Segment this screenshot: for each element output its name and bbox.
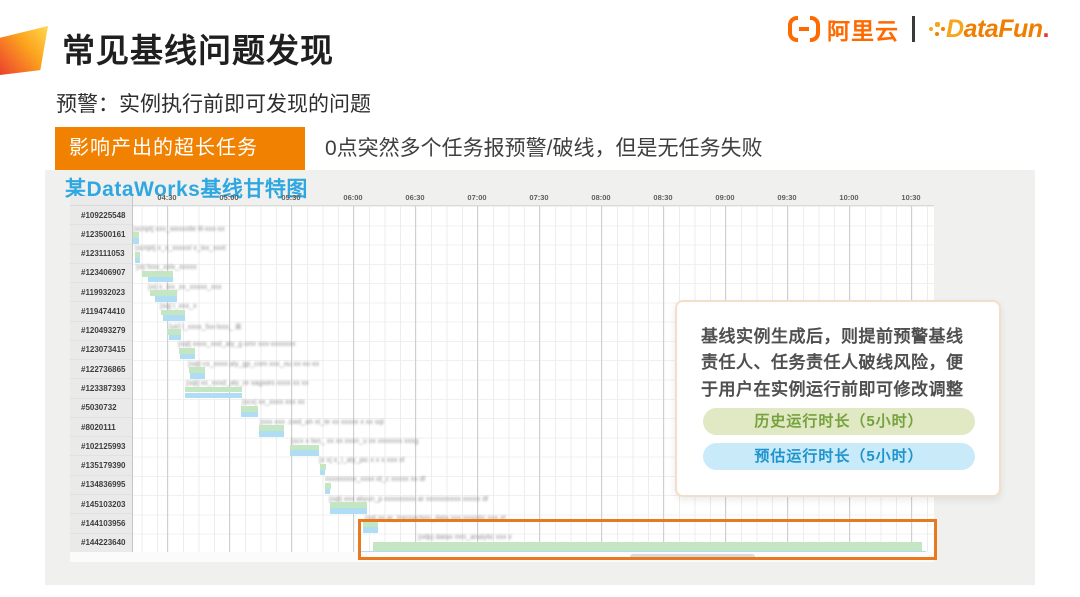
task-id: #134836995 xyxy=(70,476,132,495)
highlight-rect xyxy=(358,519,937,560)
time-tick: 06:30 xyxy=(405,193,424,202)
time-tick: 10:30 xyxy=(901,193,920,202)
estimated-runtime-bar xyxy=(169,335,181,341)
task-id: #144103956 xyxy=(70,514,132,533)
estimated-duration-pill[interactable]: 预估运行时长（5小时） xyxy=(703,443,975,470)
task-id: #102125993 xyxy=(70,437,132,456)
topic-banner: 影响产出的超长任务 xyxy=(55,127,305,170)
task-id: #123073415 xyxy=(70,341,132,360)
task-id-column: #109225548#123500161#123111053#123406907… xyxy=(70,196,133,552)
task-label: xxxxxxxxx_xxxx id_c xxxxx xx df xyxy=(325,476,425,483)
time-tick: 06:00 xyxy=(343,193,362,202)
callout-text: 基线实例生成后，则提前预警基线责任人、任务责任人破线风险，便于用户在实例运行前即… xyxy=(701,324,965,403)
datafun-dots-icon xyxy=(928,18,945,40)
task-label: [script] xxv_wxxxxlle lll-xxx-xx xyxy=(133,226,225,233)
estimated-runtime-bar xyxy=(320,470,325,476)
alicloud-logo-text: 阿里云 xyxy=(827,12,899,46)
estimated-runtime-bar xyxy=(185,393,242,399)
time-tick: 09:00 xyxy=(715,193,734,202)
task-id: #5030732 xyxy=(70,399,132,418)
time-tick: 05:00 xyxy=(219,193,238,202)
time-tick: 08:30 xyxy=(653,193,672,202)
task-id: #8020111 xyxy=(70,418,132,437)
task-label: [sql] cx_xxxx aly_gp_com xxx_ou xx-xx-xx xyxy=(188,361,319,368)
task-label: [sql] xxxx_xxd_aly_g omr xxx-xxxxxxx xyxy=(178,341,295,348)
estimated-runtime-bar xyxy=(241,412,258,418)
task-id: #123111053 xyxy=(70,245,132,264)
brand-divider xyxy=(912,16,915,42)
estimated-runtime-bar xyxy=(330,508,367,514)
estimated-runtime-bar xyxy=(148,277,173,283)
task-id: #122736865 xyxy=(70,360,132,379)
task-id: #145103203 xyxy=(70,495,132,514)
task-label: [script] x_x_xxxxxl x_lxx_xxxt xyxy=(135,245,226,252)
estimated-runtime-bar xyxy=(180,354,195,360)
estimated-runtime-bar xyxy=(163,315,185,321)
time-axis: 04:30 05:00 05:30 06:00 06:30 07:00 07:30 08:00… xyxy=(133,193,934,205)
task-id: #135179390 xyxy=(70,456,132,475)
estimated-runtime-bar xyxy=(133,238,139,244)
task-id: #119932023 xyxy=(70,283,132,302)
time-tick: 07:00 xyxy=(467,193,486,202)
banner-note: 0点突然多个任务报预警/破线，但是无任务失败 xyxy=(325,132,763,162)
task-label: [x x] x_l_aly_pic x x x xxx xf xyxy=(319,457,405,464)
estimated-runtime-bar xyxy=(135,258,140,264)
time-tick: 08:00 xyxy=(591,193,610,202)
task-id: #123500161 xyxy=(70,225,132,244)
task-id: #119474410 xyxy=(70,302,132,321)
estimated-runtime-bar xyxy=(325,489,330,495)
alicloud-logo-icon xyxy=(788,16,820,43)
slide-accent-shape xyxy=(0,26,48,75)
time-tick: 09:30 xyxy=(777,193,796,202)
estimated-runtime-bar xyxy=(290,450,319,456)
task-id: #123387393 xyxy=(70,379,132,398)
time-tick: 05:30 xyxy=(281,193,300,202)
datafun-logo-text: DataFun. xyxy=(946,15,1049,44)
brand-logos: 阿里云 DataFun. xyxy=(788,12,1049,46)
task-id: #120493279 xyxy=(70,322,132,341)
history-duration-pill[interactable]: 历史运行时长（5小时） xyxy=(703,408,975,435)
callout-card: 基线实例生成后，则提前预警基线责任人、任务责任人破线风险，便于用户在实例运行前即… xyxy=(675,300,1001,497)
page-title: 常见基线问题发现 xyxy=(62,24,334,72)
task-id: #109225548 xyxy=(70,206,132,225)
estimated-runtime-bar xyxy=(259,431,284,437)
task-id: #144223640 xyxy=(70,534,132,553)
slide-subtitle: 预警：实例执行前即可发现的问题 xyxy=(56,88,371,118)
time-tick: 10:00 xyxy=(839,193,858,202)
estimated-runtime-bar xyxy=(190,373,205,379)
id-column-header xyxy=(70,196,132,206)
slide: 常见基线问题发现 阿里云 DataFun. 预警：实例执行前即可发现的问题 影响… xyxy=(0,0,1080,597)
estimated-runtime-bar xyxy=(155,296,177,302)
task-id: #123406907 xyxy=(70,264,132,283)
time-tick: 07:30 xyxy=(529,193,548,202)
time-tick: 04:30 xyxy=(157,193,176,202)
